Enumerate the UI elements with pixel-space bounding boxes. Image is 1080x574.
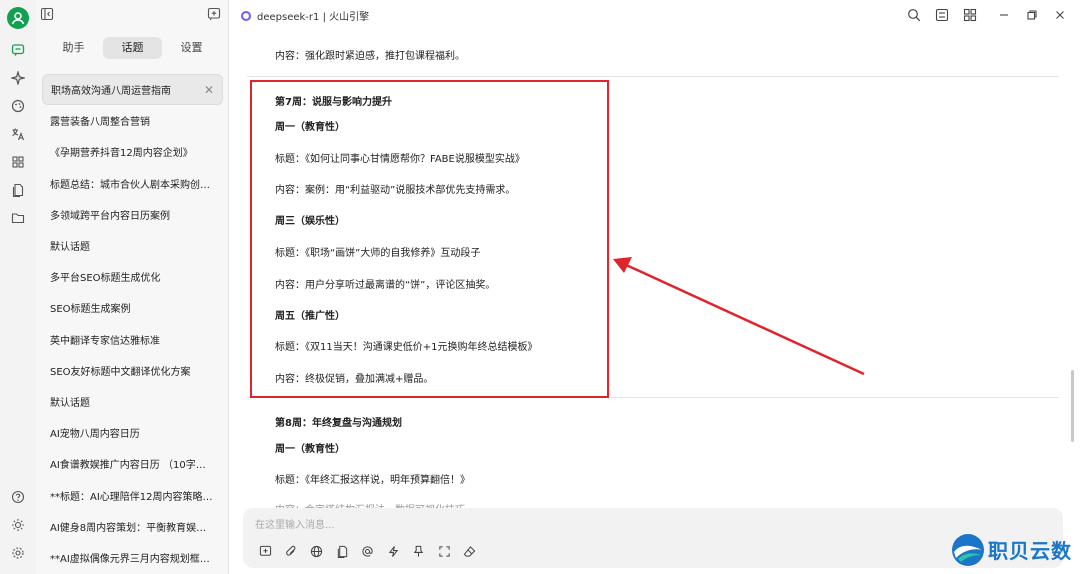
watermark-logo-icon — [952, 534, 984, 566]
annotation-arrow — [613, 257, 865, 376]
watermark-text: 职贝云数 — [988, 539, 1072, 563]
watermark: 职贝云数 — [950, 529, 1078, 571]
